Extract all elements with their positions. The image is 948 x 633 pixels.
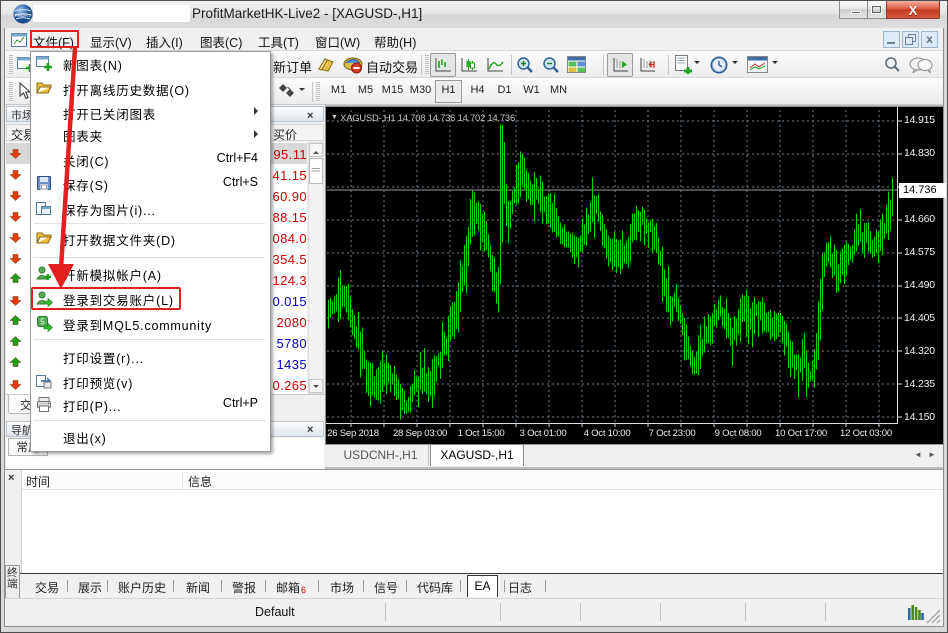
svg-text:PROFIT: PROFIT (15, 13, 32, 18)
svg-text:5: 5 (40, 318, 45, 327)
